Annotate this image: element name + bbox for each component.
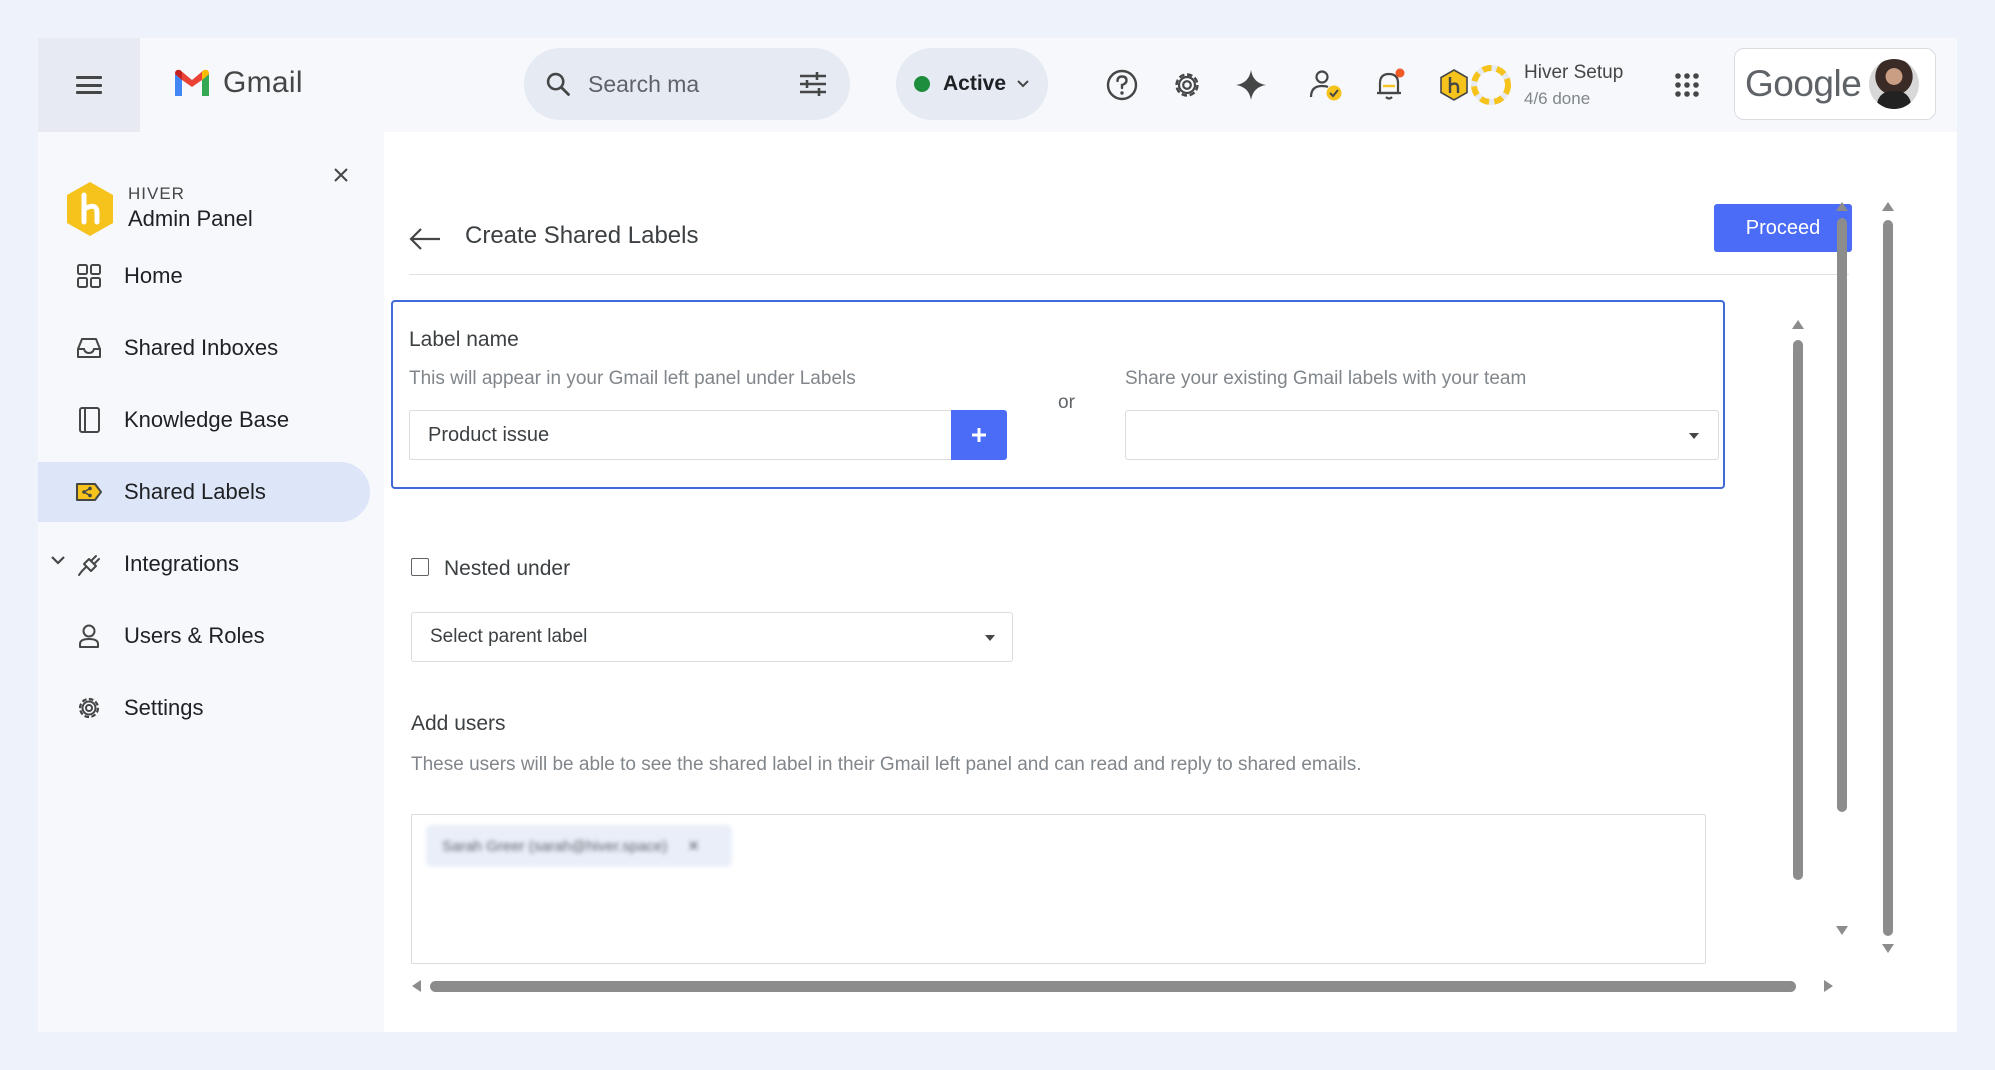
main-menu-button[interactable] [38, 38, 140, 132]
gear-icon [74, 693, 104, 723]
sidebar-item-knowledge-base[interactable]: Knowledge Base [38, 390, 370, 450]
help-icon[interactable] [1099, 62, 1145, 108]
sidebar-item-label: Shared Inboxes [124, 335, 279, 360]
sidebar-item-users-roles[interactable]: Users & Roles [38, 606, 370, 666]
caret-down-icon [1689, 433, 1699, 439]
sidebar-item-integrations[interactable]: Integrations [38, 534, 370, 594]
back-arrow-icon[interactable] [408, 224, 442, 254]
scroll-down-arrow-icon[interactable] [1836, 926, 1848, 935]
outer-vertical-scrollbar[interactable] [1834, 202, 1850, 952]
nested-under-label[interactable]: Nested under [444, 557, 570, 581]
close-icon [334, 168, 348, 182]
label-name-title: Label name [409, 328, 519, 351]
label-name-hint: This will appear in your Gmail left pane… [409, 368, 856, 389]
admin-panel-title: Admin Panel [128, 206, 253, 231]
share-existing-hint: Share your existing Gmail labels with yo… [1125, 368, 1527, 389]
setup-progress-text: 4/6 done [1524, 88, 1591, 108]
add-label-button[interactable] [951, 410, 1007, 460]
status-dot-icon [914, 76, 930, 92]
gmail-m-icon [175, 69, 209, 96]
setup-progress-ring-icon [1471, 65, 1511, 105]
plus-icon [972, 428, 986, 442]
shared-label-icon [74, 477, 104, 507]
search-input[interactable]: Search ma [588, 71, 798, 98]
scroll-down-arrow-icon[interactable] [1882, 944, 1894, 953]
divider [409, 274, 1849, 275]
sidebar-item-label: Shared Labels [124, 479, 266, 504]
page-vertical-scrollbar[interactable] [1880, 202, 1896, 958]
brand-eyebrow: HIVER [128, 184, 185, 203]
gmail-logo[interactable]: Gmail [173, 66, 303, 100]
parent-label-placeholder: Select parent label [430, 626, 588, 647]
status-label: Active [943, 72, 1007, 95]
search-bar[interactable]: Search ma [524, 48, 850, 120]
scrollbar-thumb[interactable] [430, 981, 1796, 992]
sidebar-item-label: Integrations [124, 551, 239, 576]
scroll-up-arrow-icon[interactable] [1882, 202, 1894, 211]
sidebar-item-label: Users & Roles [124, 623, 265, 648]
admin-sidebar: HIVER Admin Panel Home Shared Inboxes Kn… [38, 132, 384, 1032]
sidebar-item-shared-inboxes[interactable]: Shared Inboxes [38, 318, 370, 378]
inbox-icon [74, 333, 104, 363]
status-dropdown[interactable]: Active [896, 48, 1048, 120]
hiver-logo-icon [67, 182, 113, 236]
bell-icon[interactable] [1367, 62, 1413, 108]
scrollbar-thumb[interactable] [1883, 220, 1893, 936]
chevron-down-icon[interactable] [50, 555, 66, 567]
grid-icon [74, 261, 104, 291]
caret-down-icon [985, 635, 995, 641]
nested-under-checkbox[interactable] [411, 558, 429, 576]
or-separator: or [1058, 392, 1075, 413]
horizontal-scrollbar[interactable] [412, 978, 1852, 994]
sidebar-item-label: Settings [124, 695, 204, 720]
scrollbar-thumb[interactable] [1793, 340, 1803, 880]
search-icon[interactable] [544, 70, 572, 98]
page-title: Create Shared Labels [465, 222, 699, 249]
scroll-up-arrow-icon[interactable] [1836, 202, 1848, 211]
scroll-left-arrow-icon[interactable] [412, 980, 421, 992]
close-panel-button[interactable] [328, 162, 354, 188]
user-check-icon[interactable] [1303, 62, 1349, 108]
scroll-up-arrow-icon[interactable] [1792, 320, 1804, 329]
filter-sliders-icon[interactable] [798, 70, 828, 98]
label-name-card: Label name This will appear in your Gmai… [391, 300, 1725, 489]
app-window: Gmail Search ma Active Hiver Setup 4/6 d… [38, 38, 1957, 1032]
existing-labels-select[interactable] [1125, 410, 1719, 460]
apps-grid-icon[interactable] [1664, 62, 1710, 108]
avatar [1869, 59, 1920, 109]
book-icon [74, 405, 104, 435]
user-chip[interactable]: Sarah Greer (sarah@hiver.space) ✕ [426, 825, 732, 867]
sidebar-item-home[interactable]: Home [38, 246, 370, 306]
parent-label-select[interactable]: Select parent label [411, 612, 1013, 662]
sidebar-item-settings[interactable]: Settings [38, 678, 370, 738]
scrollbar-thumb[interactable] [1837, 218, 1847, 812]
menu-icon [76, 76, 102, 94]
google-account-button[interactable]: Google [1734, 48, 1936, 120]
google-wordmark: Google [1745, 63, 1862, 104]
chevron-down-icon [1017, 80, 1029, 88]
add-users-title: Add users [411, 712, 506, 735]
app-name: Gmail [223, 66, 303, 99]
label-name-input[interactable] [409, 410, 951, 460]
top-bar: Gmail Search ma Active Hiver Setup 4/6 d… [38, 38, 1957, 132]
main-content: Create Shared Labels Proceed Label name … [384, 132, 1957, 1032]
sparkle-icon[interactable] [1228, 62, 1274, 108]
sidebar-item-shared-labels[interactable]: Shared Labels [38, 462, 370, 522]
plug-icon [74, 549, 104, 579]
sidebar-item-label: Knowledge Base [124, 407, 290, 432]
user-chip-label: Sarah Greer (sarah@hiver.space) [442, 837, 668, 855]
inner-vertical-scrollbar[interactable] [1790, 320, 1806, 900]
remove-chip-icon[interactable]: ✕ [687, 837, 700, 855]
sidebar-item-label: Home [124, 263, 183, 288]
setup-title: Hiver Setup [1524, 61, 1624, 83]
users-input[interactable]: Sarah Greer (sarah@hiver.space) ✕ [411, 814, 1706, 964]
add-users-hint: These users will be able to see the shar… [411, 754, 1362, 775]
scroll-right-arrow-icon[interactable] [1824, 980, 1833, 992]
user-icon [74, 621, 104, 651]
gear-icon[interactable] [1164, 62, 1210, 108]
proceed-button[interactable]: Proceed [1714, 204, 1852, 252]
